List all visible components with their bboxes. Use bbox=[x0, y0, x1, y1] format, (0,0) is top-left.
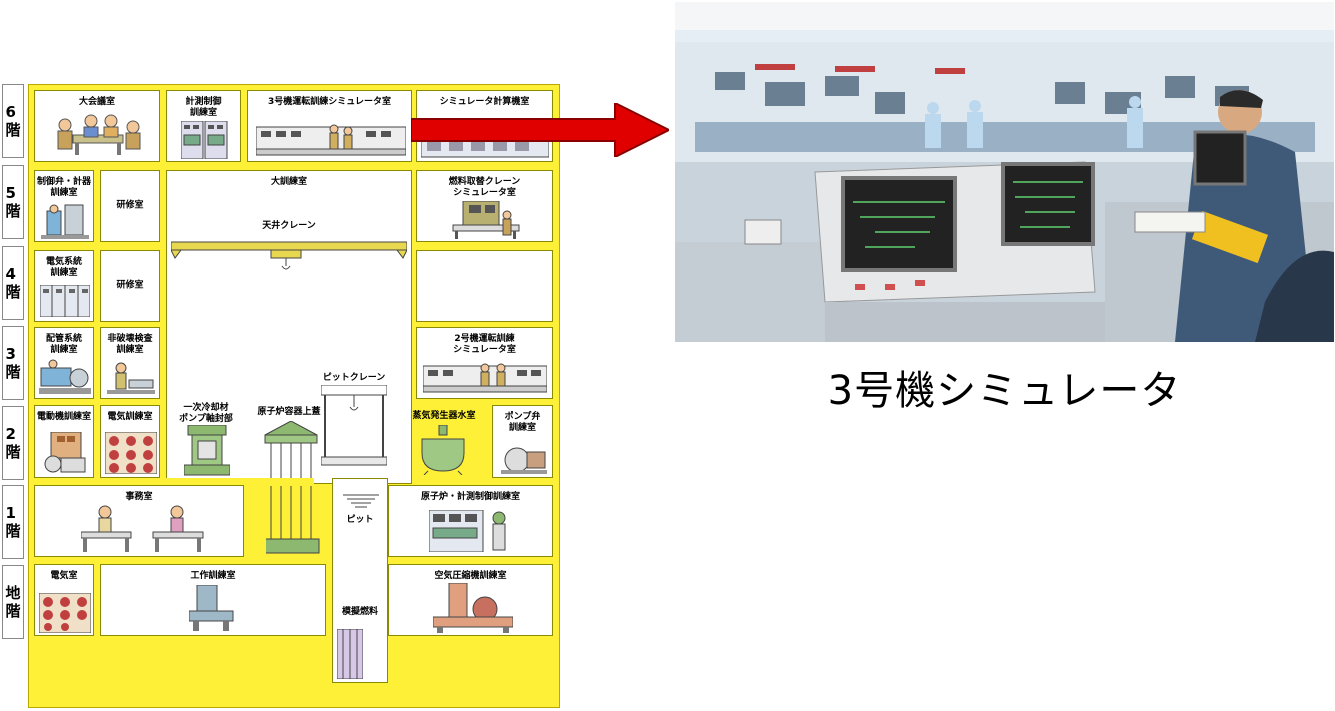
pit-area: ピット 模擬燃料 bbox=[332, 478, 388, 683]
room-measurement-control-training: 計測制御 訓練室 bbox=[166, 90, 241, 162]
steam-generator-illustration bbox=[421, 425, 465, 475]
room-seminar-4f: 研修室 bbox=[100, 250, 160, 322]
crane-simulator-illustration bbox=[452, 201, 520, 239]
red-arrow-icon bbox=[411, 103, 669, 157]
pit-crane-label: ピットクレーン bbox=[322, 373, 386, 383]
room-office: 事務室 bbox=[34, 485, 244, 557]
meeting-people-illustration bbox=[57, 114, 141, 155]
room-label: 電気訓練室 bbox=[107, 412, 153, 422]
room-label: 大訓練室 bbox=[270, 177, 307, 187]
floor-label-basement: 地 階 bbox=[2, 565, 24, 639]
room-pump-valve: ポンプ弁 訓練室 bbox=[492, 405, 553, 478]
room-steam-generator: 蒸気発生器水室 bbox=[404, 405, 484, 478]
room-label: 電動機訓練室 bbox=[36, 412, 91, 422]
room-electrical-system: 電気系統 訓練室 bbox=[34, 250, 94, 322]
room-label: 大会議室 bbox=[78, 97, 115, 107]
floor-label-2: 2 階 bbox=[2, 406, 24, 480]
valve-equipment-illustration bbox=[41, 204, 89, 239]
room-piping-system: 配管系統 訓練室 bbox=[34, 327, 94, 399]
breaker-panel-illustration bbox=[105, 432, 157, 474]
overhead-crane-label: 天井クレーン bbox=[262, 221, 316, 231]
switchgear-illustration bbox=[40, 285, 90, 317]
floor-6-text: 6 階 bbox=[5, 103, 21, 139]
room-control-valve-instrument: 制御弁・計器 訓練室 bbox=[34, 170, 94, 242]
room-label: 工作訓練室 bbox=[190, 571, 236, 581]
overhead-crane-icon bbox=[171, 241, 407, 270]
photo-caption: 3号機シミュレータ bbox=[827, 368, 1182, 414]
floor-label-1: 1 階 bbox=[2, 485, 24, 559]
room-unit3-simulator: 3号機運転訓練シミュレータ室 bbox=[247, 90, 412, 162]
pit-water-lines bbox=[343, 494, 379, 508]
floor-5-text: 5 階 bbox=[5, 184, 21, 220]
room-refueling-crane-simulator: 燃料取替クレーン シミュレータ室 bbox=[416, 170, 553, 242]
pit-crane-icon bbox=[321, 385, 387, 466]
room-large-conference: 大会議室 bbox=[34, 90, 160, 162]
room-label: 電気系統 訓練室 bbox=[45, 257, 82, 278]
room-label: 電気室 bbox=[50, 571, 78, 581]
room-unit2-simulator: 2号機運転訓練 シミュレータ室 bbox=[416, 327, 553, 399]
room-label: 原子炉・計測制御訓練室 bbox=[420, 492, 520, 502]
ground-floor-void bbox=[246, 485, 266, 557]
floor-label-6: 6 階 bbox=[2, 84, 24, 158]
floor-4-text: 4 階 bbox=[5, 265, 21, 301]
room-air-compressor: 空気圧縮機訓練室 bbox=[388, 564, 553, 636]
room-electrical-training: 電気訓練室 bbox=[100, 405, 160, 478]
inspection-worker-illustration bbox=[107, 362, 155, 394]
simulator-console-illustration bbox=[256, 124, 406, 156]
floor-basement-text: 地 階 bbox=[5, 584, 21, 620]
room-label: ポンプ弁 訓練室 bbox=[504, 412, 541, 433]
pit-label: ピット bbox=[346, 515, 374, 525]
floor-2-text: 2 階 bbox=[5, 425, 21, 461]
unit2-console-illustration bbox=[423, 363, 547, 393]
floor-label-5: 5 階 bbox=[2, 165, 24, 239]
room-label: 蒸気発生器水室 bbox=[412, 411, 476, 421]
air-compressor-illustration bbox=[433, 583, 513, 633]
room-machine-shop: 工作訓練室 bbox=[100, 564, 326, 636]
floor-3-text: 3 階 bbox=[5, 345, 21, 381]
room-label: 制御弁・計器 訓練室 bbox=[36, 177, 91, 198]
mock-fuel-label: 模擬燃料 bbox=[341, 607, 378, 617]
lathe-illustration bbox=[189, 585, 234, 631]
room-label: 研修室 bbox=[116, 200, 144, 211]
floor-1-text: 1 階 bbox=[5, 504, 21, 540]
floor-label-3: 3 階 bbox=[2, 326, 24, 400]
room-label: 空気圧縮機訓練室 bbox=[434, 571, 507, 581]
room-nondestructive-inspection: 非破壊検査 訓練室 bbox=[100, 327, 160, 399]
pump-valve-illustration bbox=[501, 447, 547, 474]
reactor-control-panel-illustration bbox=[429, 510, 506, 552]
office-workers-illustration bbox=[81, 505, 204, 552]
room-empty-4f bbox=[416, 250, 553, 322]
room-label: 研修室 bbox=[116, 280, 144, 291]
room-label: 非破壊検査 訓練室 bbox=[107, 334, 153, 355]
building-cross-section: 大会議室 計測制御 訓練室 3号機運転訓練シミュレータ室 シミュレータ計算機室 … bbox=[28, 84, 560, 708]
room-label: 燃料取替クレーン シミュレータ室 bbox=[448, 177, 521, 198]
room-large-training-hall: 大訓練室 天井クレーン bbox=[166, 170, 412, 250]
room-reactor-measurement-control: 原子炉・計測制御訓練室 bbox=[388, 485, 553, 557]
unit3-simulator-photo bbox=[675, 2, 1334, 342]
primary-coolant-pump-label: 一次冷却材 ポンプ軸封部 bbox=[179, 403, 233, 424]
room-motor-training: 電動機訓練室 bbox=[34, 405, 94, 478]
control-panel-illustration bbox=[181, 121, 228, 159]
basement-breaker-panel-illustration bbox=[39, 593, 91, 633]
room-label: 2号機運転訓練 シミュレータ室 bbox=[453, 334, 516, 355]
room-electrical-basement: 電気室 bbox=[34, 564, 94, 636]
coolant-pump-seal-illustration bbox=[184, 425, 230, 476]
room-label: 配管系統 訓練室 bbox=[45, 334, 82, 355]
piping-equipment-illustration bbox=[39, 359, 91, 394]
reactor-vessel-head-illustration bbox=[262, 421, 320, 554]
room-seminar-5f: 研修室 bbox=[100, 170, 160, 242]
floor-label-4: 4 階 bbox=[2, 246, 24, 320]
reactor-vessel-head-label: 原子炉容器上蓋 bbox=[257, 407, 321, 417]
room-label: 3号機運転訓練シミュレータ室 bbox=[267, 97, 392, 107]
mock-fuel-illustration bbox=[337, 629, 363, 679]
room-label: 計測制御 訓練室 bbox=[185, 97, 222, 118]
motor-illustration bbox=[44, 432, 86, 473]
